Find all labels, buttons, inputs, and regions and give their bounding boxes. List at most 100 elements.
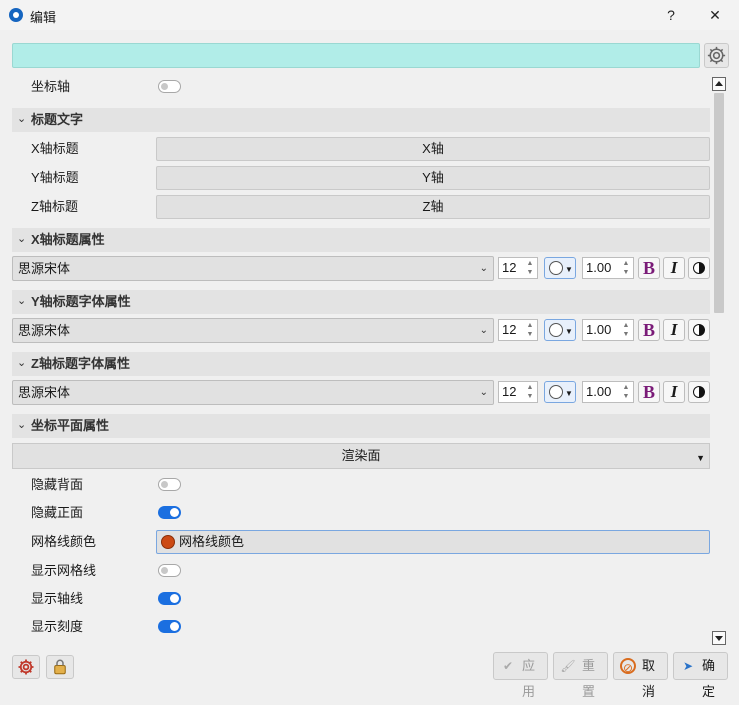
- help-button[interactable]: ?: [656, 4, 686, 26]
- hide-back-toggle[interactable]: [158, 478, 181, 491]
- apply-button[interactable]: ✔ 应用: [493, 652, 548, 699]
- spin-arrows-icon[interactable]: ▲ ▼: [525, 321, 535, 339]
- grid-color-row: 网格线颜色 网格线颜色: [12, 530, 710, 554]
- check-icon: ✔: [502, 659, 514, 673]
- x-title-row: X轴标题 X轴: [12, 137, 710, 161]
- y-title-label: Y轴标题: [31, 170, 79, 185]
- z-size-spinner[interactable]: 12 ▲ ▼: [498, 381, 538, 403]
- ok-label: 确定: [702, 658, 716, 699]
- font-value: 思源宋体: [18, 385, 71, 400]
- size-value: 12: [502, 322, 517, 337]
- section-label: Y轴标题字体属性: [31, 294, 131, 309]
- show-grid-label: 显示网格线: [31, 563, 97, 578]
- y-bold-button[interactable]: B: [638, 319, 660, 341]
- show-axis-toggle[interactable]: [158, 592, 181, 605]
- section-y-title-props[interactable]: ⌄ Y轴标题字体属性: [12, 290, 710, 314]
- ok-button[interactable]: ➤ 确定: [673, 652, 728, 699]
- reset-button[interactable]: 🖌 重置: [553, 652, 608, 699]
- caret-down-icon: [715, 636, 723, 641]
- chevron-down-icon: ⌄: [479, 387, 488, 398]
- hide-back-label: 隐藏背面: [31, 477, 84, 492]
- x-contrast-button[interactable]: [688, 257, 710, 279]
- section-label: X轴标题属性: [31, 232, 105, 247]
- lock-button[interactable]: [46, 655, 74, 679]
- z-contrast-button[interactable]: [688, 381, 710, 403]
- y-title-row: Y轴标题 Y轴: [12, 166, 710, 190]
- z-shape-button[interactable]: ▼: [544, 381, 576, 403]
- z-bold-button[interactable]: B: [638, 381, 660, 403]
- x-title-field[interactable]: X轴: [156, 137, 710, 161]
- scroll-up-button[interactable]: [712, 77, 726, 91]
- z-scale-spinner[interactable]: 1.00 ▲ ▼: [582, 381, 634, 403]
- size-value: 12: [502, 260, 517, 275]
- x-bold-button[interactable]: B: [638, 257, 660, 279]
- z-title-field[interactable]: Z轴: [156, 195, 710, 219]
- x-font-select[interactable]: 思源宋体 ⌄: [12, 256, 494, 281]
- spin-arrows-icon[interactable]: ▲ ▼: [525, 383, 535, 401]
- chevron-down-icon: ⌄: [479, 325, 488, 336]
- y-scale-spinner[interactable]: 1.00 ▲ ▼: [582, 319, 634, 341]
- hide-front-toggle[interactable]: [158, 506, 181, 519]
- show-ticks-toggle[interactable]: [158, 620, 181, 633]
- render-mode-select[interactable]: 渲染面 ▼: [12, 443, 710, 469]
- caret-down-icon: ▼: [565, 265, 573, 274]
- chevron-down-icon: ⌄: [17, 233, 27, 245]
- scale-value: 1.00: [586, 384, 612, 399]
- size-value: 12: [502, 384, 517, 399]
- chevron-down-icon: ⌄: [479, 263, 488, 274]
- y-contrast-button[interactable]: [688, 319, 710, 341]
- hide-front-label: 隐藏正面: [31, 505, 84, 520]
- show-axis-row: 显示轴线: [12, 587, 710, 611]
- section-plane-props[interactable]: ⌄ 坐标平面属性: [12, 414, 710, 438]
- apply-label: 应用: [522, 658, 536, 699]
- spin-arrows-icon[interactable]: ▲ ▼: [621, 259, 631, 277]
- circle-icon: [549, 323, 563, 337]
- cancel-button[interactable]: ⊘ 取消: [613, 652, 668, 699]
- scroll-down-button[interactable]: [712, 631, 726, 645]
- title-bar: 编辑 ? ✕: [0, 0, 739, 30]
- properties-panel: 坐标轴 ⌄ 标题文字 X轴标题 X轴 Y轴标题 Y轴 Z轴标题 Z轴 ⌄ X轴标…: [12, 75, 710, 645]
- section-label: 标题文字: [31, 112, 84, 127]
- spin-arrows-icon[interactable]: ▲ ▼: [621, 321, 631, 339]
- options-button[interactable]: [12, 655, 40, 679]
- z-title-label: Z轴标题: [31, 199, 78, 214]
- x-size-spinner[interactable]: 12 ▲ ▼: [498, 257, 538, 279]
- cancel-label: 取消: [642, 658, 656, 699]
- y-italic-button[interactable]: I: [663, 319, 685, 341]
- search-input[interactable]: [12, 43, 700, 68]
- caret-down-icon: ▼: [565, 389, 573, 398]
- section-z-title-props[interactable]: ⌄ Z轴标题字体属性: [12, 352, 710, 376]
- render-mode-value: 渲染面: [341, 448, 381, 463]
- z-font-select[interactable]: 思源宋体 ⌄: [12, 380, 494, 405]
- scroll-thumb[interactable]: [714, 93, 724, 313]
- spin-arrows-icon[interactable]: ▲ ▼: [621, 383, 631, 401]
- x-italic-button[interactable]: I: [663, 257, 685, 279]
- show-grid-toggle[interactable]: [158, 564, 181, 577]
- hide-front-row: 隐藏正面: [12, 501, 710, 525]
- x-title-label: X轴标题: [31, 141, 79, 156]
- spin-arrows-icon[interactable]: ▲ ▼: [525, 259, 535, 277]
- axis-row: 坐标轴: [12, 75, 710, 99]
- x-font-row: 思源宋体 ⌄ 12 ▲ ▼ ▼ 1.00 ▲ ▼ B I: [12, 256, 710, 281]
- y-size-spinner[interactable]: 12 ▲ ▼: [498, 319, 538, 341]
- show-axis-label: 显示轴线: [31, 591, 84, 606]
- grid-color-button[interactable]: 网格线颜色: [156, 530, 710, 554]
- color-swatch-icon: [161, 535, 175, 549]
- close-button[interactable]: ✕: [700, 4, 730, 26]
- z-title-row: Z轴标题 Z轴: [12, 195, 710, 219]
- x-scale-spinner[interactable]: 1.00 ▲ ▼: [582, 257, 634, 279]
- x-shape-button[interactable]: ▼: [544, 257, 576, 279]
- cancel-icon: ⊘: [620, 658, 636, 675]
- section-x-title-props[interactable]: ⌄ X轴标题属性: [12, 228, 710, 252]
- y-font-select[interactable]: 思源宋体 ⌄: [12, 318, 494, 343]
- scale-value: 1.00: [586, 260, 612, 275]
- vertical-scrollbar[interactable]: [712, 75, 726, 645]
- section-label: 坐标平面属性: [31, 418, 110, 433]
- settings-button[interactable]: [704, 43, 729, 68]
- section-title-text[interactable]: ⌄ 标题文字: [12, 108, 710, 132]
- z-italic-button[interactable]: I: [663, 381, 685, 403]
- y-title-field[interactable]: Y轴: [156, 166, 710, 190]
- axis-toggle[interactable]: [158, 80, 181, 93]
- y-shape-button[interactable]: ▼: [544, 319, 576, 341]
- contrast-icon: [693, 323, 705, 336]
